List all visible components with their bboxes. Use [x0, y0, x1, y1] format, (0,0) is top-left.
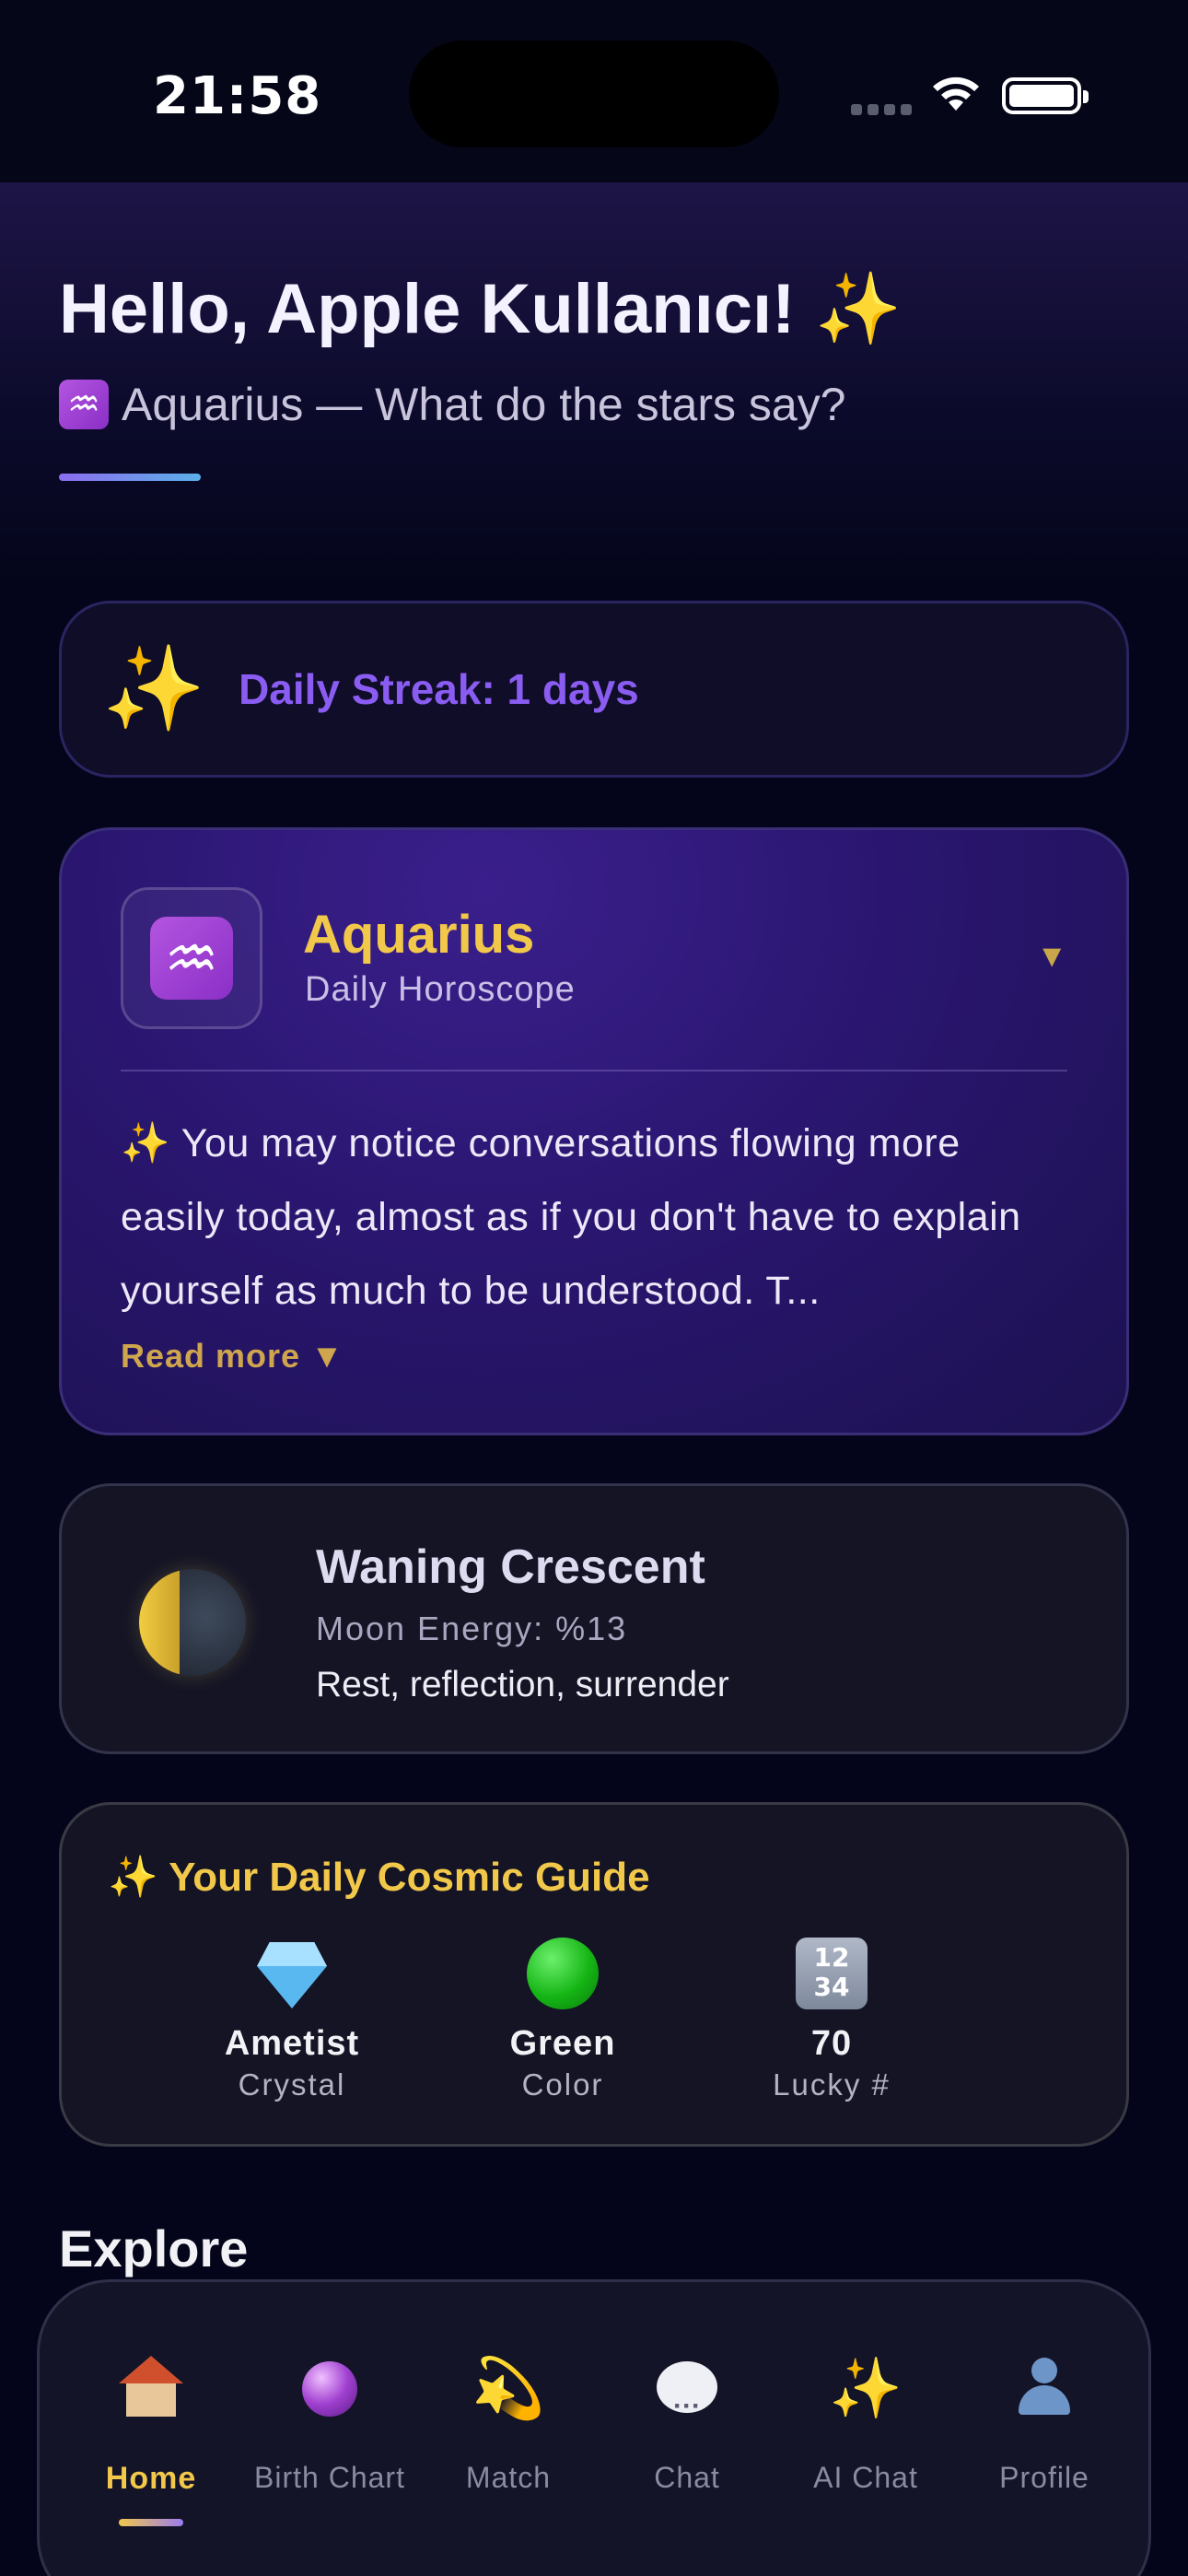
guide-label: Color: [521, 2067, 604, 2102]
tab-home[interactable]: Home: [62, 2347, 240, 2526]
header-accent-line: [59, 474, 201, 481]
streak-label: Daily Streak: 1 days: [239, 665, 639, 713]
explore-heading: Explore: [59, 2219, 249, 2277]
daily-horoscope-card[interactable]: ♒ Aquarius Daily Horoscope ▼ ✨ You may n…: [59, 827, 1129, 1435]
gem-icon: [257, 1966, 327, 2008]
active-tab-indicator: [119, 2519, 183, 2526]
numbers-icon-bottom: 34: [813, 1972, 850, 2002]
guide-label: Crystal: [238, 2067, 346, 2102]
tab-birth-chart[interactable]: Birth Chart: [240, 2347, 419, 2495]
status-bar: 21:58: [0, 0, 1188, 182]
guide-value: 70: [810, 2024, 853, 2063]
cellular-signal-icon: [851, 103, 917, 120]
tab-label: Chat: [654, 2461, 720, 2494]
chevron-down-icon[interactable]: ▼: [1036, 939, 1067, 975]
moon-description: Rest, reflection, surrender: [316, 1665, 729, 1704]
wifi-icon: [933, 76, 979, 111]
tab-chat[interactable]: Chat: [598, 2347, 776, 2495]
horoscope-subtitle: Daily Horoscope: [305, 970, 576, 1009]
bottom-tab-bar: Home Birth Chart 💫 Match Chat ✨ AI Chat …: [37, 2279, 1151, 2576]
guide-label: Lucky #: [773, 2067, 891, 2102]
tab-profile[interactable]: Profile: [955, 2347, 1134, 2495]
tab-label: AI Chat: [813, 2461, 918, 2494]
numbers-icon-top: 12: [813, 1942, 850, 1973]
tab-label: Home: [105, 2461, 197, 2496]
moon-energy: Moon Energy: %13: [316, 1610, 628, 1647]
read-more-link[interactable]: Read more ▼: [121, 1337, 344, 1376]
numbers-icon: 12 34: [796, 1938, 868, 2009]
sparkles-icon: ✨: [102, 643, 206, 735]
battery-icon: [1002, 77, 1089, 114]
guide-value: Green: [509, 2024, 616, 2063]
guide-item-color: Green Color: [461, 1934, 664, 2102]
moon-phase-title: Waning Crescent: [316, 1540, 705, 1594]
tab-label: Birth Chart: [254, 2461, 405, 2494]
divider: [121, 1070, 1067, 1071]
guide-value: Ametist: [224, 2024, 360, 2063]
status-time: 21:58: [153, 66, 322, 126]
moon-phase-card[interactable]: Waning Crescent Moon Energy: %13 Rest, r…: [59, 1483, 1129, 1754]
aquarius-icon: ♒: [150, 917, 233, 1000]
daily-streak-card[interactable]: ✨ Daily Streak: 1 days: [59, 601, 1129, 778]
tab-label: Match: [465, 2461, 552, 2494]
tab-label: Profile: [999, 2461, 1089, 2494]
speech-bubble-icon: [657, 2361, 717, 2448]
house-icon: [119, 2356, 183, 2417]
greeting-subtitle: ♒ Aquarius — What do the stars say?: [59, 378, 845, 431]
horoscope-text: ✨ You may notice conversations flowing m…: [121, 1121, 1021, 1313]
waning-crescent-moon-icon: [139, 1569, 246, 1676]
person-icon: [1015, 2358, 1074, 2417]
tab-match[interactable]: 💫 Match: [419, 2347, 598, 2495]
sign-badge: ♒: [121, 887, 262, 1029]
greeting-title: Hello, Apple Kullanıcı! ✨: [59, 270, 903, 348]
dynamic-island: [409, 41, 779, 147]
aquarius-icon: ♒: [59, 380, 109, 429]
sign-name: Aquarius: [303, 905, 535, 965]
cosmic-guide-card: ✨ Your Daily Cosmic Guide Ametist Crysta…: [59, 1802, 1129, 2147]
crystal-ball-icon: [302, 2361, 357, 2417]
tab-ai-chat[interactable]: ✨ AI Chat: [776, 2347, 955, 2495]
guide-item-crystal: Ametist Crystal: [191, 1934, 393, 2102]
cosmic-guide-title: ✨ Your Daily Cosmic Guide: [108, 1855, 650, 1900]
subtitle-text: Aquarius — What do the stars say?: [122, 379, 846, 430]
guide-item-lucky-number: 12 34 70 Lucky #: [730, 1934, 933, 2102]
dizzy-star-icon: 💫: [472, 2355, 545, 2421]
green-circle-icon: [527, 1938, 599, 2009]
sparkles-icon: ✨: [829, 2355, 903, 2421]
